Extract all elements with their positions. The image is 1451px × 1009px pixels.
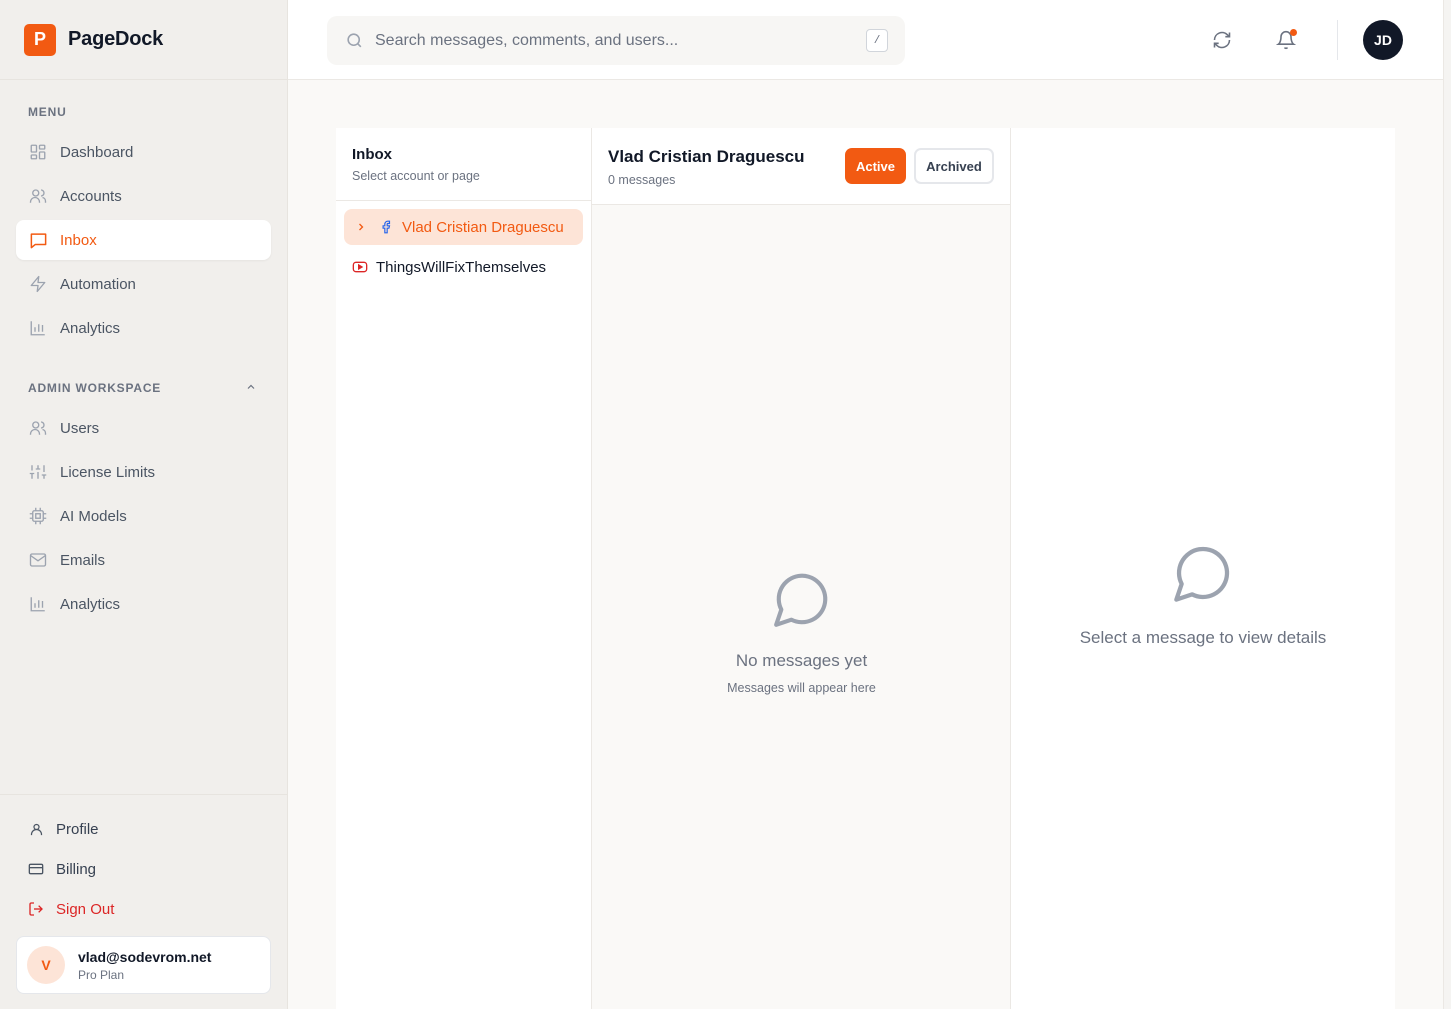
account-item-things[interactable]: ThingsWillFixThemselves (344, 249, 583, 285)
user-card[interactable]: V vlad@sodevrom.net Pro Plan (16, 936, 271, 994)
user-icon (28, 821, 44, 837)
dashboard-icon (28, 142, 48, 162)
sidebar-item-emails[interactable]: Emails (16, 540, 271, 580)
search-icon (343, 30, 365, 52)
scrollbar[interactable] (1443, 0, 1451, 1009)
sidebar-item-label: Accounts (60, 187, 122, 205)
sidebar: P PageDock MENU Dashboard Accounts Inbox… (0, 0, 288, 1009)
brand[interactable]: P PageDock (0, 0, 287, 80)
facebook-icon (378, 219, 394, 235)
message-detail-panel: Select a message to view details (1011, 128, 1395, 1009)
empty-subtitle: Messages will appear here (727, 681, 876, 695)
inbox-title: Inbox (352, 146, 392, 163)
sidebar-footer: Profile Billing Sign Out V vlad@sodevrom… (0, 794, 287, 1009)
brand-name: PageDock (68, 28, 164, 50)
sidebar-item-label: Automation (60, 275, 136, 293)
user-avatar-button[interactable]: JD (1363, 20, 1403, 60)
inbox-subtitle: Select account or page (352, 169, 480, 183)
message-circle-icon (1171, 541, 1235, 610)
sidebar-item-dashboard[interactable]: Dashboard (16, 132, 271, 172)
sign-out-label: Sign Out (56, 900, 115, 918)
brand-logo: P (24, 23, 56, 56)
messages-title: Vlad Cristian Draguescu (608, 147, 805, 166)
youtube-icon (352, 259, 368, 275)
sidebar-item-label: Emails (60, 551, 106, 569)
sidebar-item-accounts[interactable]: Accounts (16, 176, 271, 216)
account-name: Vlad Cristian Draguescu (402, 218, 564, 236)
user-plan: Pro Plan (78, 967, 125, 982)
detail-empty-text: Select a message to view details (1079, 628, 1327, 647)
sidebar-item-label: Analytics (60, 319, 121, 337)
sidebar-item-license-limits[interactable]: License Limits (16, 452, 271, 492)
sidebar-item-label: Analytics (60, 595, 121, 613)
messages-count: 0 messages (608, 173, 676, 187)
sidebar-item-admin-analytics[interactable]: Analytics (16, 584, 271, 624)
sliders-icon (28, 462, 48, 482)
user-email: vlad@sodevrom.net (78, 948, 212, 965)
refresh-icon (1212, 30, 1232, 50)
empty-title: No messages yet (735, 651, 868, 670)
chevron-right-icon (354, 220, 368, 234)
message-circle-icon (771, 568, 833, 635)
messages-header: Vlad Cristian Draguescu 0 messages Activ… (592, 128, 1010, 205)
top-header: / JD (288, 0, 1443, 80)
logout-icon (28, 901, 44, 917)
chevron-up-icon[interactable] (243, 379, 259, 395)
active-filter-button[interactable]: Active (845, 148, 906, 184)
detail-empty-state: Select a message to view details (1011, 541, 1395, 648)
sign-out-button[interactable]: Sign Out (16, 891, 271, 927)
users-icon (28, 418, 48, 438)
header-divider (1337, 20, 1338, 60)
inbox-header: Inbox Select account or page (336, 128, 591, 201)
profile-link[interactable]: Profile (16, 811, 271, 847)
mail-icon (28, 550, 48, 570)
archived-filter-button[interactable]: Archived (914, 148, 994, 184)
refresh-button[interactable] (1208, 26, 1236, 54)
menu-section-label: MENU (28, 105, 67, 119)
profile-label: Profile (56, 820, 99, 838)
notifications-button[interactable] (1272, 26, 1300, 54)
account-name: ThingsWillFixThemselves (376, 258, 547, 276)
sidebar-item-automation[interactable]: Automation (16, 264, 271, 304)
message-square-icon (28, 230, 48, 250)
sidebar-item-label: Users (60, 419, 100, 437)
messages-panel: Vlad Cristian Draguescu 0 messages Activ… (592, 128, 1011, 1009)
notification-dot (1290, 29, 1297, 36)
sidebar-item-label: License Limits (60, 463, 156, 481)
lightning-icon (28, 274, 48, 294)
admin-section-label: ADMIN WORKSPACE (28, 381, 162, 395)
sidebar-item-label: AI Models (60, 507, 127, 525)
bar-chart-icon (28, 318, 48, 338)
search-bar[interactable]: / (327, 16, 905, 65)
avatar: V (27, 946, 65, 984)
sidebar-item-label: Dashboard (60, 143, 134, 161)
sidebar-item-analytics[interactable]: Analytics (16, 308, 271, 348)
sidebar-item-users[interactable]: Users (16, 408, 271, 448)
bar-chart-icon (28, 594, 48, 614)
users-icon (28, 186, 48, 206)
billing-label: Billing (56, 860, 97, 878)
billing-link[interactable]: Billing (16, 851, 271, 887)
search-shortcut-hint: / (866, 29, 888, 52)
cpu-icon (28, 506, 48, 526)
search-input[interactable] (375, 31, 845, 50)
sidebar-item-ai-models[interactable]: AI Models (16, 496, 271, 536)
credit-card-icon (28, 861, 44, 877)
sidebar-item-label: Inbox (60, 231, 97, 249)
inbox-accounts-panel: Inbox Select account or page Vlad Cristi… (336, 128, 592, 1009)
messages-empty-state: No messages yet Messages will appear her… (592, 568, 1011, 695)
sidebar-item-inbox[interactable]: Inbox (16, 220, 271, 260)
account-item-vlad[interactable]: Vlad Cristian Draguescu (344, 209, 583, 245)
